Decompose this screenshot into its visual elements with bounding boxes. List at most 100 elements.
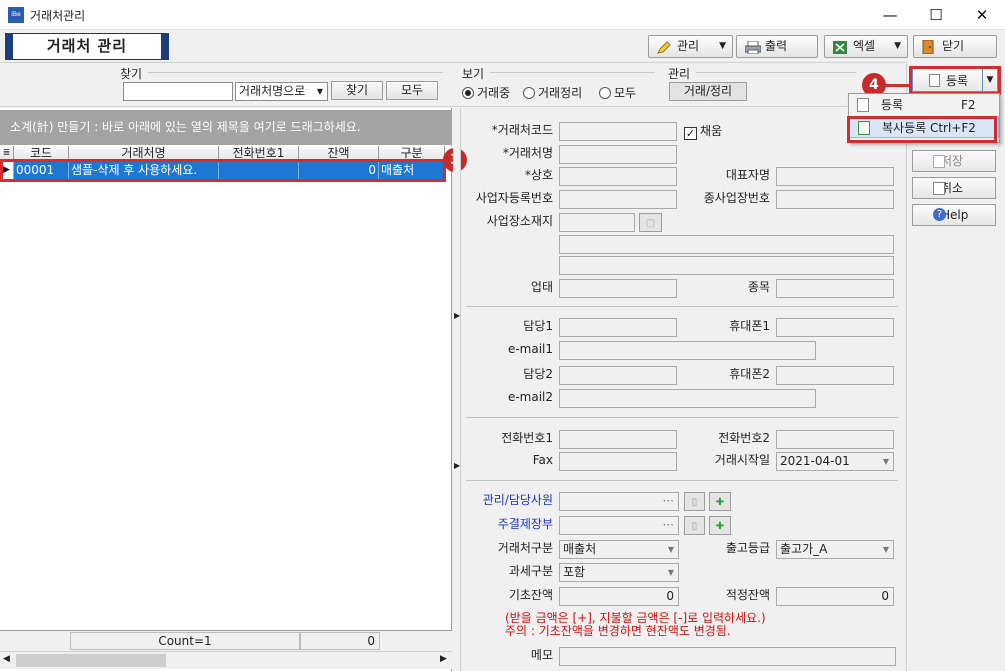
find-button[interactable]: 찾기	[331, 81, 383, 100]
group-by-panel[interactable]: 소계(計) 만들기 : 바로 아래에 있는 열의 제목을 여기로 드래그하세요.	[0, 110, 452, 145]
grade-value: 출고가_A	[780, 542, 828, 556]
contact2-input[interactable]	[559, 366, 677, 385]
phone1-input[interactable]	[559, 430, 677, 449]
scroll-left-icon[interactable]: ◀	[3, 654, 10, 664]
annotation-highlight-copy	[847, 116, 997, 143]
grade-select[interactable]: 출고가_A ▼	[776, 540, 894, 559]
contact1-input[interactable]	[559, 318, 677, 337]
scroll-right-icon[interactable]: ▶	[440, 654, 447, 664]
document-icon: ▯	[691, 521, 698, 532]
manage-menu-button[interactable]: 관리 ▼	[648, 35, 733, 58]
excel-label: 엑셀	[853, 39, 876, 53]
manage-label: 관리	[677, 39, 700, 53]
memo-input[interactable]	[559, 647, 896, 666]
search-icon: ▢	[645, 218, 656, 229]
find-group-line	[148, 72, 443, 73]
address-line1-input[interactable]	[559, 235, 894, 254]
excel-menu-button[interactable]: 엑셀 ▼	[824, 35, 908, 58]
manager-add-button[interactable]: ✚	[709, 492, 731, 511]
checkmark-icon: ✓	[684, 127, 697, 140]
code-input[interactable]	[559, 122, 677, 141]
branch-label: 종사업장번호	[703, 191, 770, 205]
memo-label: 메모	[530, 648, 553, 662]
section-divider	[466, 480, 898, 481]
close-form-button[interactable]: 닫기	[913, 35, 997, 58]
view-radio-all[interactable]: 모두	[599, 84, 636, 101]
save-button[interactable]: 저장	[912, 150, 996, 172]
view-radio-active[interactable]: 거래중	[462, 84, 510, 101]
tax-value: 포함	[563, 565, 586, 579]
name-label: *거래처명	[502, 146, 553, 160]
bizno-label: 사업자등록번호	[475, 191, 553, 205]
minimize-button[interactable]: —	[867, 0, 913, 30]
ceo-input[interactable]	[776, 167, 894, 186]
phone1-label: 전화번호1	[501, 431, 553, 445]
form-title-text: 거래처 관리	[46, 37, 128, 55]
help-button[interactable]: ? Help	[912, 204, 996, 226]
address-line2-input[interactable]	[559, 256, 894, 275]
find-input[interactable]	[123, 82, 233, 101]
business-type-input[interactable]	[559, 279, 677, 298]
business-item-label: 종목	[747, 280, 770, 294]
bizno-input[interactable]	[559, 190, 677, 209]
ellipsis-icon[interactable]: ···	[663, 493, 674, 510]
exit-door-icon	[922, 39, 936, 55]
chevron-down-icon: ▼	[667, 568, 674, 577]
chevron-down-icon: ▼	[719, 41, 726, 51]
base-balance-input[interactable]: 0	[559, 587, 679, 606]
ledger-add-button[interactable]: ✚	[709, 516, 731, 535]
maximize-button[interactable]: ☐	[913, 0, 959, 30]
find-field-select[interactable]: 거래처명으로 ▼	[235, 82, 328, 101]
zipcode-input[interactable]	[559, 213, 635, 232]
phone2-input[interactable]	[776, 430, 894, 449]
mobile1-input[interactable]	[776, 318, 894, 337]
menu-item-register[interactable]: 등록 F2	[849, 94, 999, 116]
find-group-label: 찾기	[120, 67, 143, 81]
ledger-label[interactable]: 주결제장부	[458, 516, 553, 533]
view-group-label: 보기	[462, 67, 485, 81]
chevron-down-icon: ▼	[667, 545, 674, 554]
branch-input[interactable]	[776, 190, 894, 209]
print-button[interactable]: 출력	[736, 35, 818, 58]
start-date-value: 2021-04-01	[780, 454, 850, 468]
footer-count: Count=1	[70, 632, 300, 650]
email2-input[interactable]	[559, 389, 816, 408]
menu-register-shortcut: F2	[961, 98, 976, 112]
show-all-button[interactable]: 모두	[386, 81, 438, 100]
name-input[interactable]	[559, 145, 677, 164]
address-search-button[interactable]: ▢	[639, 213, 662, 232]
partner-type-select[interactable]: 매출처 ▼	[559, 540, 679, 559]
add-document-icon: ✚	[715, 497, 725, 508]
horizontal-scrollbar[interactable]: ◀ ▶	[0, 651, 452, 669]
proper-balance-input[interactable]: 0	[776, 587, 894, 606]
radio-selected-icon	[462, 87, 474, 99]
cancel-button[interactable]: 취소	[912, 177, 996, 199]
radio-icon	[599, 87, 611, 99]
ellipsis-icon[interactable]: ···	[663, 517, 674, 534]
mobile2-label: 휴대폰2	[729, 367, 770, 381]
manager-clear-button[interactable]: ▯	[684, 492, 705, 511]
email1-input[interactable]	[559, 341, 816, 360]
business-item-input[interactable]	[776, 279, 894, 298]
fax-input[interactable]	[559, 452, 677, 471]
scroll-thumb[interactable]	[16, 654, 166, 667]
manager-label[interactable]: 관리/담당사원	[458, 492, 553, 509]
base-balance-label: 기초잔액	[508, 588, 553, 602]
code-label: *거래처코드	[491, 123, 553, 137]
start-date-picker[interactable]: 2021-04-01 ▼	[776, 452, 894, 471]
ledger-clear-button[interactable]: ▯	[684, 516, 705, 535]
auto-number-checkbox[interactable]: ✓ 채움	[684, 122, 722, 140]
trade-close-button[interactable]: 거래/정리	[669, 82, 747, 101]
tax-select[interactable]: 포함 ▼	[559, 563, 679, 582]
auto-number-label: 채움	[700, 124, 723, 138]
mobile2-input[interactable]	[776, 366, 894, 385]
ledger-input[interactable]: ···	[559, 516, 679, 535]
view-radio-closed[interactable]: 거래정리	[523, 84, 582, 101]
section-divider	[466, 306, 898, 307]
close-window-button[interactable]: ✕	[959, 0, 1005, 30]
window-titlebar: iBe 거래처관리 — ☐ ✕	[0, 0, 1005, 30]
company-input[interactable]	[559, 167, 677, 186]
manager-input[interactable]: ···	[559, 492, 679, 511]
chevron-down-icon: ▼	[316, 87, 323, 96]
radio-icon	[523, 87, 535, 99]
